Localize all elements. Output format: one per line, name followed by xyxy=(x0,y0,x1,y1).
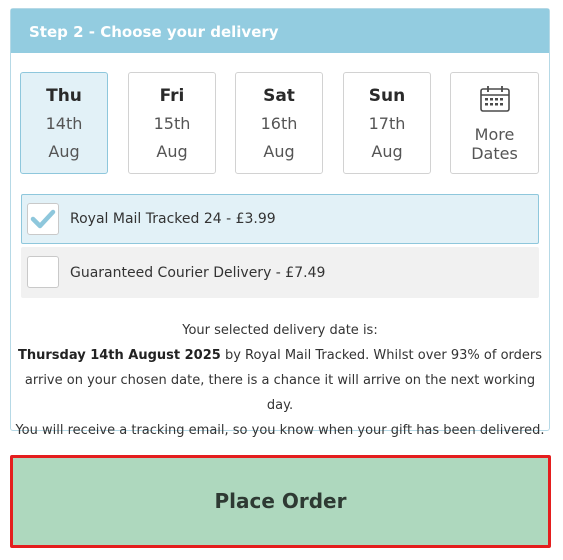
option-checkbox[interactable] xyxy=(27,203,59,235)
date-option-thu[interactable]: Thu 14th Aug xyxy=(20,72,108,174)
date-number: 17th xyxy=(368,114,406,133)
shipping-option-label: Royal Mail Tracked 24 - £3.99 xyxy=(70,211,276,227)
date-month: Aug xyxy=(371,142,403,161)
date-number: 15th xyxy=(153,114,191,133)
delivery-panel: Step 2 - Choose your delivery Thu 14th A… xyxy=(10,8,550,438)
date-option-fri[interactable]: Fri 15th Aug xyxy=(128,72,216,174)
place-order-button[interactable]: Place Order xyxy=(10,455,551,548)
date-day: Fri xyxy=(159,86,185,106)
date-option-sun[interactable]: Sun 17th Aug xyxy=(343,72,431,174)
date-day: Thu xyxy=(46,86,82,106)
info-line: Your selected delivery date is: xyxy=(182,323,378,338)
info-text: by Royal Mail Tracked. Whilst over 93% o… xyxy=(220,348,543,363)
date-option-sat[interactable]: Sat 16th Aug xyxy=(235,72,323,174)
shipping-option-label: Guaranteed Courier Delivery - £7.49 xyxy=(70,265,326,281)
more-dates-button[interactable]: More Dates xyxy=(450,72,539,174)
date-day: Sat xyxy=(263,86,295,106)
delivery-info: Your selected delivery date is: Thursday… xyxy=(11,318,549,443)
selected-date-text: Thursday 14th August 2025 xyxy=(17,348,221,363)
info-line: arrive on your chosen date, there is a c… xyxy=(24,373,536,413)
calendar-icon xyxy=(480,86,510,112)
option-checkbox[interactable] xyxy=(27,256,59,288)
date-number: 14th xyxy=(45,114,83,133)
shipping-option-courier[interactable]: Guaranteed Courier Delivery - £7.49 xyxy=(21,247,539,298)
date-number: 16th xyxy=(260,114,298,133)
date-month: Aug xyxy=(156,142,188,161)
info-line: Thursday 14th August 2025 by Royal Mail … xyxy=(11,343,549,368)
info-line: You will receive a tracking email, so yo… xyxy=(15,423,545,438)
date-month: Aug xyxy=(263,142,295,161)
more-dates-label: Dates xyxy=(471,144,518,163)
date-month: Aug xyxy=(48,142,80,161)
shipping-option-royal-mail[interactable]: Royal Mail Tracked 24 - £3.99 xyxy=(21,194,539,244)
date-day: Sun xyxy=(368,86,406,106)
more-dates-label: More xyxy=(474,125,515,144)
checkmark-icon xyxy=(30,209,56,229)
step-title: Step 2 - Choose your delivery xyxy=(11,9,549,53)
